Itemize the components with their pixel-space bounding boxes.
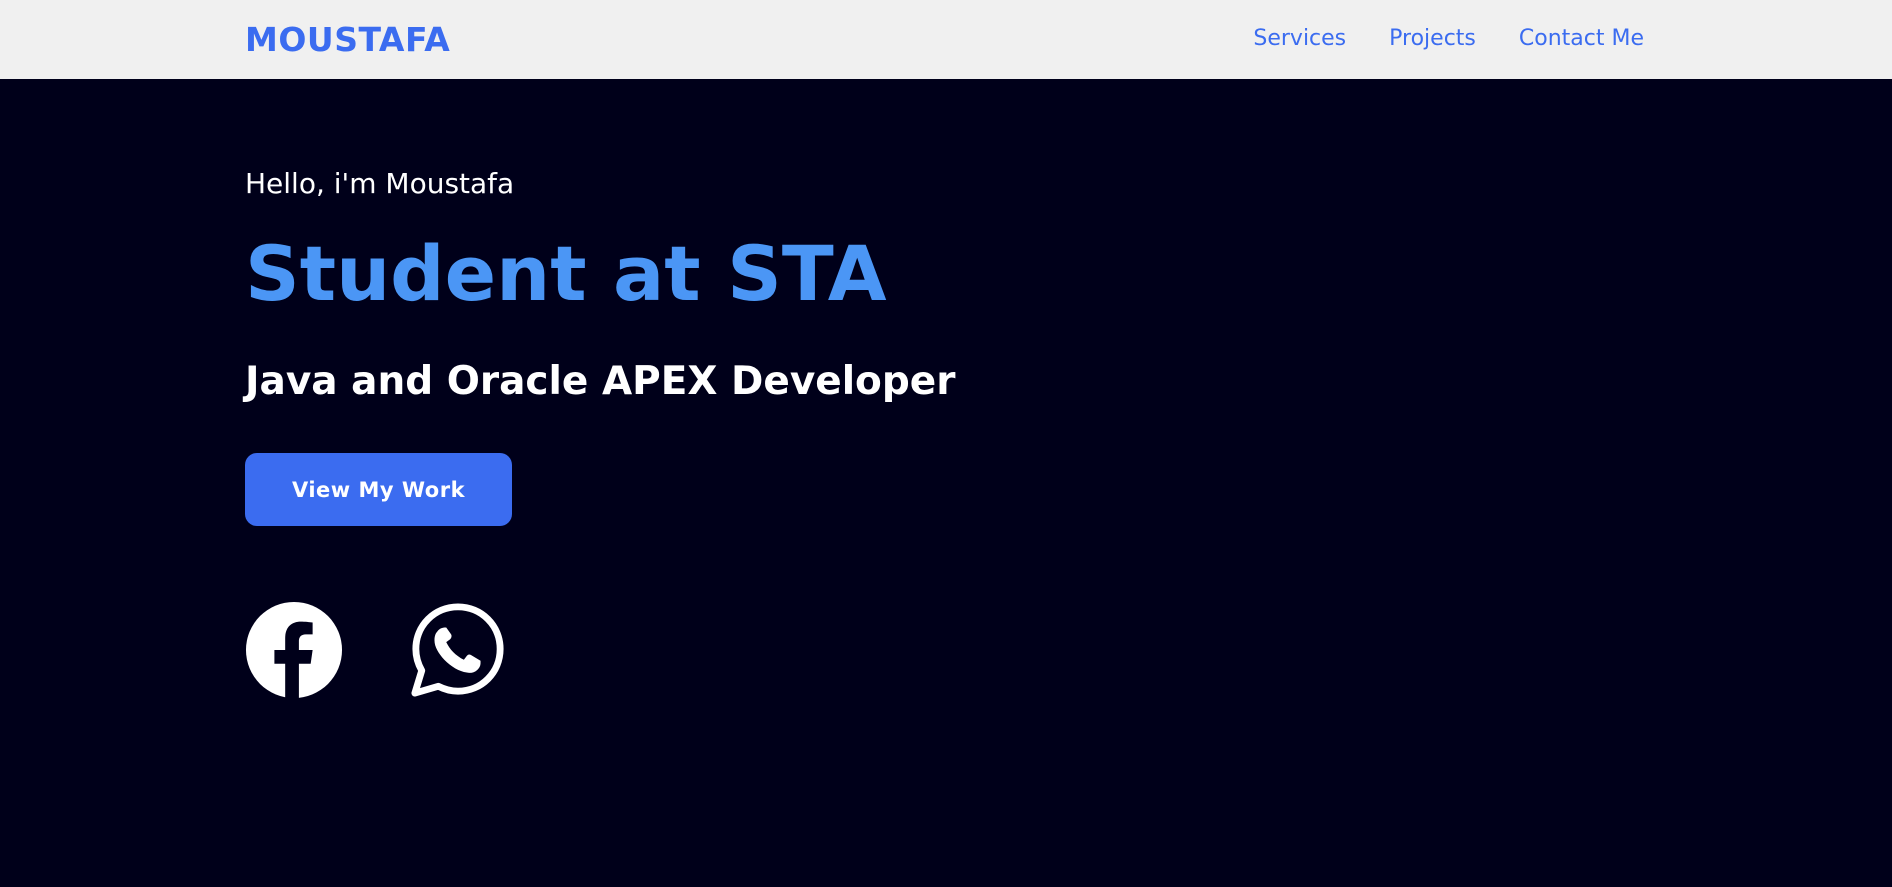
facebook-icon[interactable] [245,601,343,699]
hero-section: Hello, i'm Moustafa Student at STA Java … [0,79,1892,887]
site-logo[interactable]: MOUSTAFA [245,20,450,59]
view-my-work-button[interactable]: View My Work [245,453,512,526]
hero-greeting: Hello, i'm Moustafa [245,167,515,200]
hero-subheadline: Java and Oracle APEX Developer [245,359,956,404]
navbar: MOUSTAFA Services Projects Contact Me [0,0,1892,79]
whatsapp-icon[interactable] [409,601,507,699]
nav-link-contact[interactable]: Contact Me [1519,26,1644,51]
nav-links: Services Projects Contact Me [1253,26,1644,51]
nav-link-services[interactable]: Services [1253,26,1346,51]
hero-headline: Student at STA [245,229,887,318]
nav-link-projects[interactable]: Projects [1389,26,1476,51]
social-links [245,601,507,699]
